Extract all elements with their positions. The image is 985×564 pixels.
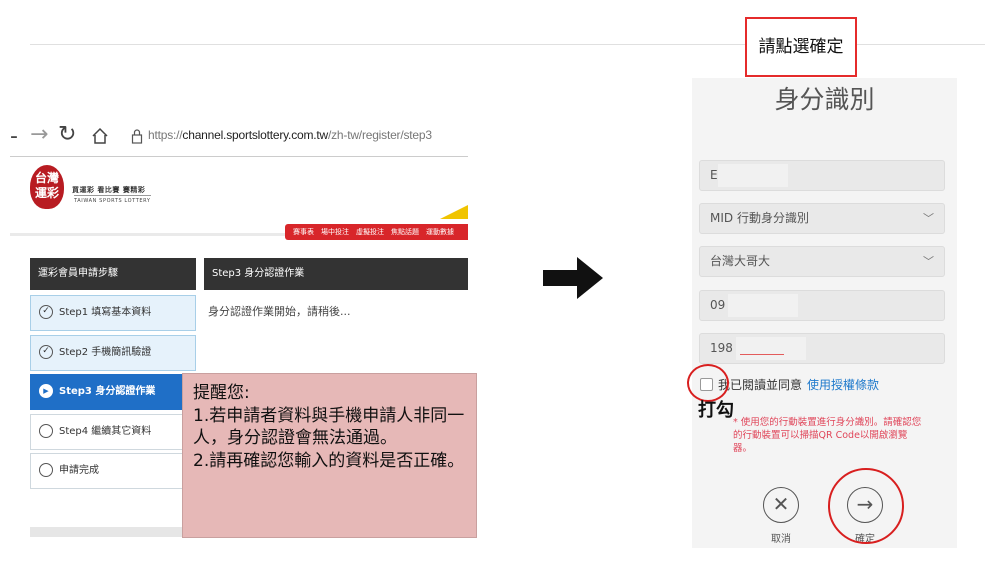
method-select-value: MID 行動身分識別 (710, 211, 809, 225)
phone-value: 09 (710, 298, 726, 312)
sidebar-step-4[interactable]: Step4 繼續其它資料 (30, 414, 196, 450)
url-host: channel.sportslottery.com.tw (182, 128, 328, 142)
main-header: Step3 身分認證作業 (204, 258, 468, 290)
red-underline-mark (740, 354, 784, 355)
step-label: Step2 手機簡訊驗證 (59, 347, 152, 358)
play-circle-icon: ▶ (39, 384, 53, 398)
chevron-down-icon: ﹀ (923, 212, 934, 225)
panel-title: 身分識別 (774, 85, 875, 114)
birth-date-value: 198 (710, 341, 733, 355)
url-prefix: https:// (148, 128, 183, 142)
reminder-item-2: 2.請再確認您輸入的資料是否正確。 (193, 450, 465, 471)
carrier-select[interactable]: 台灣大哥大 ﹀ (699, 246, 945, 277)
site-logo[interactable]: 台灣 運彩 (30, 165, 64, 209)
brand-english: TAIWAN SPORTS LOTTERY (74, 195, 151, 204)
sidebar-step-1[interactable]: ✓ Step1 填寫基本資料 (30, 295, 196, 331)
menu-item-topics[interactable]: 焦點話題 (391, 228, 419, 236)
reminder-note: 提醒您: 1.若申請者資料與手機申請人非同一人，身分認證會無法通過。 2.請再確… (182, 373, 477, 538)
step-label: 申請完成 (59, 465, 99, 476)
menu-item-schedule[interactable]: 賽事表 (293, 228, 314, 236)
sidebar-step-5[interactable]: 申請完成 (30, 453, 196, 489)
chevron-down-icon: ﹀ (923, 255, 934, 268)
back-edge-icon[interactable]: - (10, 124, 18, 149)
id-number-input[interactable]: E (699, 160, 945, 191)
reminder-item-1: 1.若申請者資料與手機申請人非同一人，身分認證會無法通過。 (193, 405, 465, 449)
step-label: Step1 填寫基本資料 (59, 307, 152, 318)
cancel-label: 取消 (771, 534, 791, 545)
redaction-mask (736, 337, 806, 360)
menu-item-live[interactable]: 場中投注 (321, 228, 349, 236)
confirm-highlight-circle (828, 468, 904, 544)
method-select[interactable]: MID 行動身分識別 ﹀ (699, 203, 945, 234)
top-menu: 賽事表 場中投注 虛擬投注 焦點話題 運動數據 (285, 224, 468, 240)
step-label: Step4 繼續其它資料 (59, 426, 152, 437)
terms-link[interactable]: 使用授權條款 (807, 378, 879, 392)
id-number-value: E (710, 168, 718, 182)
bottom-scroll-bar (30, 527, 190, 537)
phone-input[interactable]: 09 (699, 290, 945, 321)
status-text: 身分認證作業開始，請稍後... (208, 305, 351, 318)
menu-item-stats[interactable]: 運動數據 (426, 228, 454, 236)
toolbar-divider (10, 156, 468, 157)
agree-label: 我已閱讀並同意 (718, 378, 803, 392)
menu-item-virtual[interactable]: 虛擬投注 (356, 228, 384, 236)
notice-text: * 使用您的行動裝置進行身分識別。請確認您的行動裝置可以掃描QR Code以開啟… (733, 417, 922, 454)
redaction-mask (728, 294, 798, 317)
step-label: Step3 身分認證作業 (59, 386, 156, 397)
reminder-title: 提醒您: (193, 383, 250, 403)
birth-date-input[interactable]: 198 (699, 333, 945, 364)
decorative-triangle (440, 205, 468, 219)
sidebar-header: 運彩會員申請步驟 (30, 258, 196, 290)
empty-circle-icon (39, 463, 53, 477)
lock-icon (131, 128, 143, 148)
check-circle-icon: ✓ (39, 305, 53, 319)
cancel-button[interactable]: ✕ (763, 487, 799, 523)
agree-text: 我已閱讀並同意 使用授權條款 (718, 376, 879, 393)
check-circle-icon: ✓ (39, 345, 53, 359)
brand-slogan: 買運彩 看比賽 賽精彩 (72, 186, 146, 194)
tick-hint-label: 打勾 (698, 400, 734, 421)
refresh-icon[interactable]: ↻ (58, 122, 76, 147)
sidebar-step-3[interactable]: ▶ Step3 身分認證作業 (30, 374, 196, 410)
arrow-right-icon[interactable]: → (30, 122, 48, 147)
close-icon: ✕ (772, 492, 790, 516)
arrow-right-icon (543, 257, 603, 299)
address-bar[interactable]: https://channel.sportslottery.com.tw/zh-… (148, 128, 432, 142)
home-icon[interactable] (90, 126, 110, 150)
redaction-mask (718, 164, 788, 187)
carrier-select-value: 台灣大哥大 (710, 254, 771, 268)
empty-circle-icon (39, 424, 53, 438)
confirm-hint-callout: 請點選確定 (745, 17, 857, 77)
url-path: /zh-tw/register/step3 (328, 128, 432, 142)
sidebar-step-2[interactable]: ✓ Step2 手機簡訊驗證 (30, 335, 196, 371)
